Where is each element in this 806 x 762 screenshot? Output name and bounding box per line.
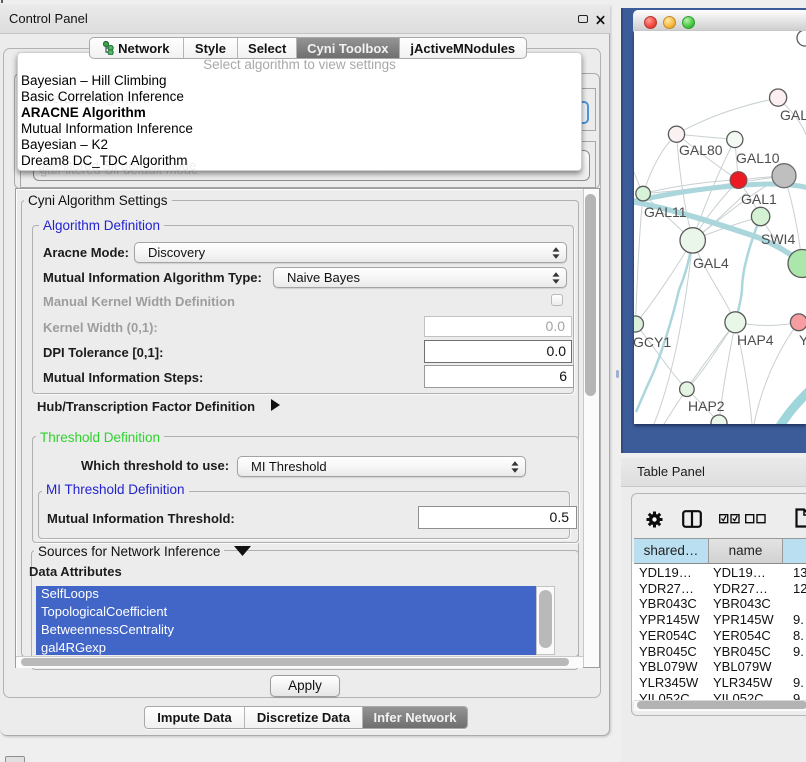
svg-text:GAL4: GAL4 (693, 255, 729, 271)
svg-text:Y: Y (799, 332, 806, 348)
svg-text:HAP2: HAP2 (688, 398, 725, 414)
svg-text:GAL80: GAL80 (679, 142, 723, 158)
svg-text:GAL7: GAL7 (780, 107, 806, 123)
svg-text:GCY1: GCY1 (634, 334, 671, 350)
svg-text:GAL10: GAL10 (736, 150, 780, 166)
svg-text:GAL1: GAL1 (741, 191, 777, 207)
svg-text:SWI4: SWI4 (761, 231, 795, 247)
svg-text:HAP4: HAP4 (737, 332, 774, 348)
svg-text:GAL11: GAL11 (644, 204, 687, 220)
